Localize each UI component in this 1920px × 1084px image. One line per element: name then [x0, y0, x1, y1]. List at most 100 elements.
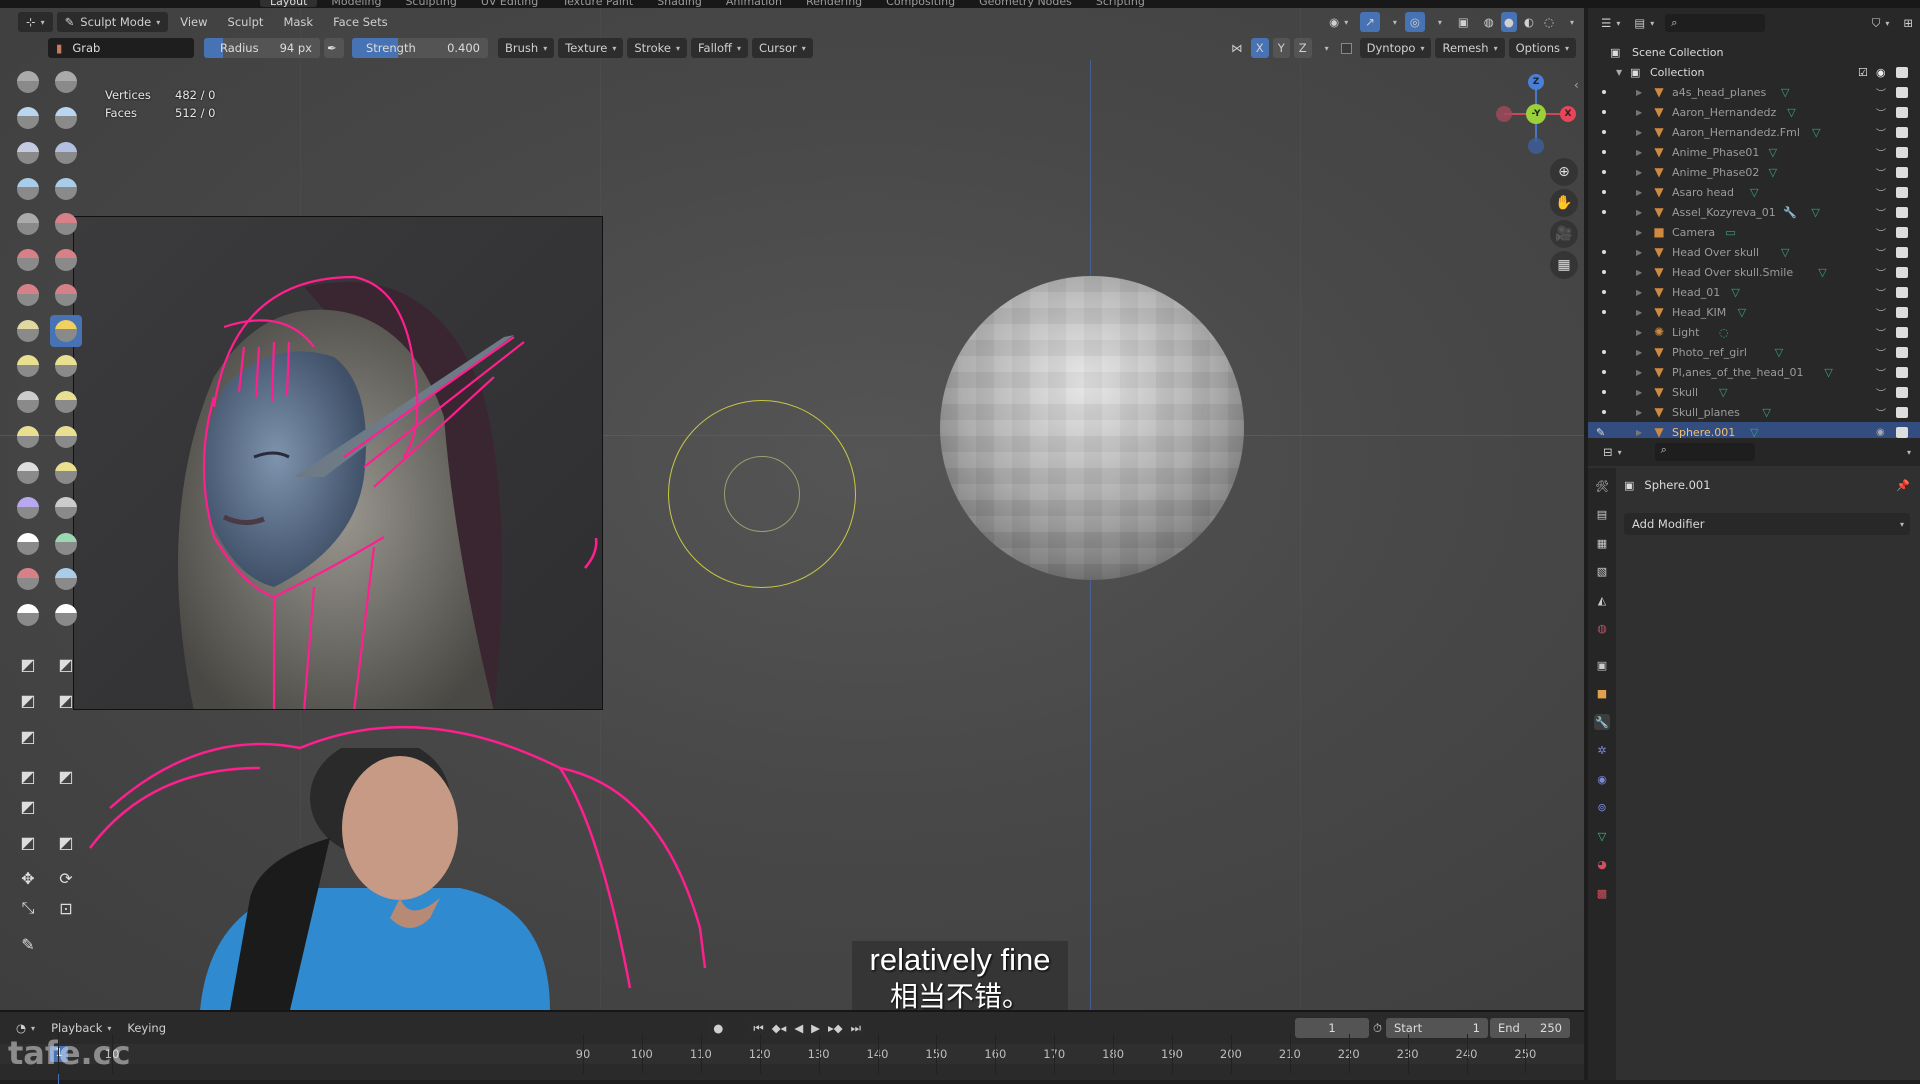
tool-inflate[interactable] [12, 173, 44, 205]
properties-tab-tool-icon[interactable]: 🛠 [1594, 478, 1610, 494]
ortho-toggle-button[interactable]: ▦ [1550, 251, 1578, 279]
mode-dot[interactable] [1602, 410, 1606, 414]
render-camera-icon[interactable] [1896, 426, 1908, 438]
outliner-item[interactable]: ▶ ▼ Anime_Phase02 ▽ ︶ [1588, 162, 1920, 182]
hide-icon[interactable]: ︶ [1876, 285, 1886, 300]
new-collection-button[interactable]: ⊞ [1900, 13, 1916, 33]
properties-tab-view-layer-icon[interactable]: ▧ [1594, 564, 1610, 580]
tool-annotate[interactable]: ✎ [12, 928, 44, 960]
tool-box-face-set[interactable]: ◩ [12, 684, 44, 716]
tool-draw-face-sets[interactable] [50, 528, 82, 560]
add-modifier-dropdown[interactable]: Add Modifier ▾ [1624, 513, 1910, 535]
mesh-data-icon[interactable]: ▽ [1818, 266, 1826, 279]
outliner-item[interactable]: ▶ ▼ Head_KIM ▽ ︶ [1588, 302, 1920, 322]
exclude-checkbox[interactable]: ☑ [1858, 66, 1868, 79]
outliner-item[interactable]: ▶ ▼ a4s_head_planes ▽ ︶ [1588, 82, 1920, 102]
mesh-data-icon[interactable]: ▽ [1812, 126, 1820, 139]
zoom-button[interactable]: ⊕ [1550, 158, 1578, 186]
properties-options-dropdown[interactable]: ▾ [1899, 442, 1914, 462]
render-camera-icon[interactable] [1896, 246, 1908, 258]
properties-tab-render-icon[interactable]: ▤ [1594, 507, 1610, 523]
properties-editor-type[interactable]: ⊟ ▾ [1600, 442, 1625, 462]
expand-arrow-icon[interactable]: ▶ [1636, 248, 1642, 257]
expand-arrow-icon[interactable]: ▶ [1636, 408, 1642, 417]
outliner-item[interactable]: ▶ ▼ Aaron_Hernandedz ▽ ︶ [1588, 102, 1920, 122]
expand-arrow-icon[interactable]: ▶ [1636, 268, 1642, 277]
expand-arrow-icon[interactable]: ▶ [1636, 428, 1642, 437]
mesh-data-icon[interactable]: ▽ [1750, 426, 1758, 439]
tool-box-trim[interactable]: ◩ [12, 720, 44, 752]
hide-icon[interactable]: ︶ [1876, 205, 1886, 220]
outliner-item[interactable]: ▶ ▼ Asaro head ▽ ︶ [1588, 182, 1920, 202]
expand-arrow-icon[interactable]: ▶ [1636, 388, 1642, 397]
tool-draw-sharp[interactable] [50, 66, 82, 98]
tool-clay[interactable] [12, 102, 44, 134]
render-camera-icon[interactable] [1896, 186, 1908, 198]
gizmo-neg-z-axis[interactable] [1528, 138, 1544, 154]
jump-start-button[interactable]: ⏮ [749, 1018, 768, 1038]
tool-nudge[interactable] [12, 421, 44, 453]
mode-dot[interactable] [1602, 210, 1606, 214]
outliner-item[interactable]: ▶ ▼ Skull ▽ ︶ [1588, 382, 1920, 402]
hide-icon[interactable]: ︶ [1876, 225, 1886, 240]
render-camera-icon[interactable] [1896, 346, 1908, 358]
mode-dot[interactable] [1602, 390, 1606, 394]
outliner-item[interactable]: ▶ ▼ Head Over skull.Smile ▽ ︶ [1588, 262, 1920, 282]
pin-icon[interactable]: 📌 [1896, 479, 1910, 492]
mode-dot[interactable] [1602, 290, 1606, 294]
outliner-item[interactable]: ▶ ▼ Photo_ref_girl ▽ ︶ [1588, 342, 1920, 362]
mesh-data-icon[interactable]: ▽ [1769, 146, 1777, 159]
filter-dropdown[interactable]: ⛉ ▾ [1869, 13, 1893, 33]
workspace-tab-shading[interactable]: Shading [647, 0, 712, 8]
tool-elastic-deform[interactable] [12, 350, 44, 382]
mesh-data-icon[interactable]: ▽ [1769, 166, 1777, 179]
eye-icon[interactable]: ◉ [1876, 427, 1885, 438]
mode-dot[interactable] [1602, 270, 1606, 274]
properties-tab-texture-icon[interactable]: ▩ [1594, 885, 1610, 901]
expand-arrow-icon[interactable]: ▶ [1636, 308, 1642, 317]
outliner-editor-type[interactable]: ☰ ▾ [1598, 13, 1623, 33]
outliner-item[interactable]: ▶ ▼ Assel_Kozyreva_01 🔧 ▽ ︶ [1588, 202, 1920, 222]
render-camera-icon[interactable] [1896, 306, 1908, 318]
3d-viewport[interactable]: ⊹ ▾ ✎ Sculpt Mode ▾ View Sculpt Mask Face S… [0, 8, 1584, 1010]
expand-arrow-icon[interactable]: ▶ [1636, 128, 1642, 137]
gizmo-x-axis[interactable]: X [1560, 106, 1576, 122]
outliner-item[interactable]: ▶ ▼ Anime_Phase01 ▽ ︶ [1588, 142, 1920, 162]
properties-tab-collection-icon[interactable]: ▣ [1594, 657, 1610, 673]
gizmo-neg-x-axis[interactable] [1496, 106, 1512, 122]
tool-rotate-transform[interactable]: ⟳ [50, 862, 82, 894]
mode-dot[interactable] [1602, 310, 1606, 314]
tool-multires-smear[interactable] [50, 563, 82, 595]
tool-fill[interactable] [50, 244, 82, 276]
tool-boundary[interactable] [50, 457, 82, 489]
render-camera-icon[interactable] [1896, 146, 1908, 158]
expand-arrow-icon[interactable]: ▶ [1636, 108, 1642, 117]
tool-grab[interactable] [50, 314, 82, 347]
workspace-tab-modeling[interactable]: Modeling [321, 0, 391, 8]
properties-tab-modifiers-icon[interactable]: 🔧 [1594, 714, 1610, 730]
expand-arrow-icon[interactable]: ▼ [1616, 68, 1622, 77]
tool-move[interactable]: ✥ [12, 862, 44, 894]
outliner-item[interactable]: ▶ ▼ Head_01 ▽ ︶ [1588, 282, 1920, 302]
navigation-gizmo[interactable]: Z X -Y [1496, 74, 1576, 154]
render-camera-icon[interactable] [1896, 206, 1908, 218]
mode-dot[interactable] [1602, 250, 1606, 254]
mode-dot[interactable] [1602, 350, 1606, 354]
sphere-mesh[interactable] [940, 276, 1244, 580]
outliner-item[interactable]: ▶ ✺ Light ◌ ︶ [1588, 322, 1920, 342]
auto-key-toggle[interactable]: ● [707, 1018, 730, 1038]
mode-dot[interactable] [1602, 170, 1606, 174]
mode-dot[interactable] [1602, 190, 1606, 194]
render-camera-icon[interactable] [1896, 366, 1908, 378]
tool-blob[interactable] [50, 173, 82, 205]
hide-icon[interactable]: ︶ [1876, 305, 1886, 320]
workspace-tab-uv-editing[interactable]: UV Editing [471, 0, 548, 8]
workspace-tab-texture-paint[interactable]: Texture Paint [552, 0, 643, 8]
hide-icon[interactable]: ︶ [1876, 385, 1886, 400]
properties-tab-scene-icon[interactable]: ◭ [1594, 592, 1610, 608]
render-camera-icon[interactable] [1896, 86, 1908, 98]
workspace-tab-geometry-nodes[interactable]: Geometry Nodes [969, 0, 1082, 8]
tool-lasso-mask[interactable]: ◩ [50, 648, 82, 680]
light-data-icon[interactable]: ◌ [1719, 326, 1729, 339]
tool-paint[interactable] [12, 599, 44, 631]
